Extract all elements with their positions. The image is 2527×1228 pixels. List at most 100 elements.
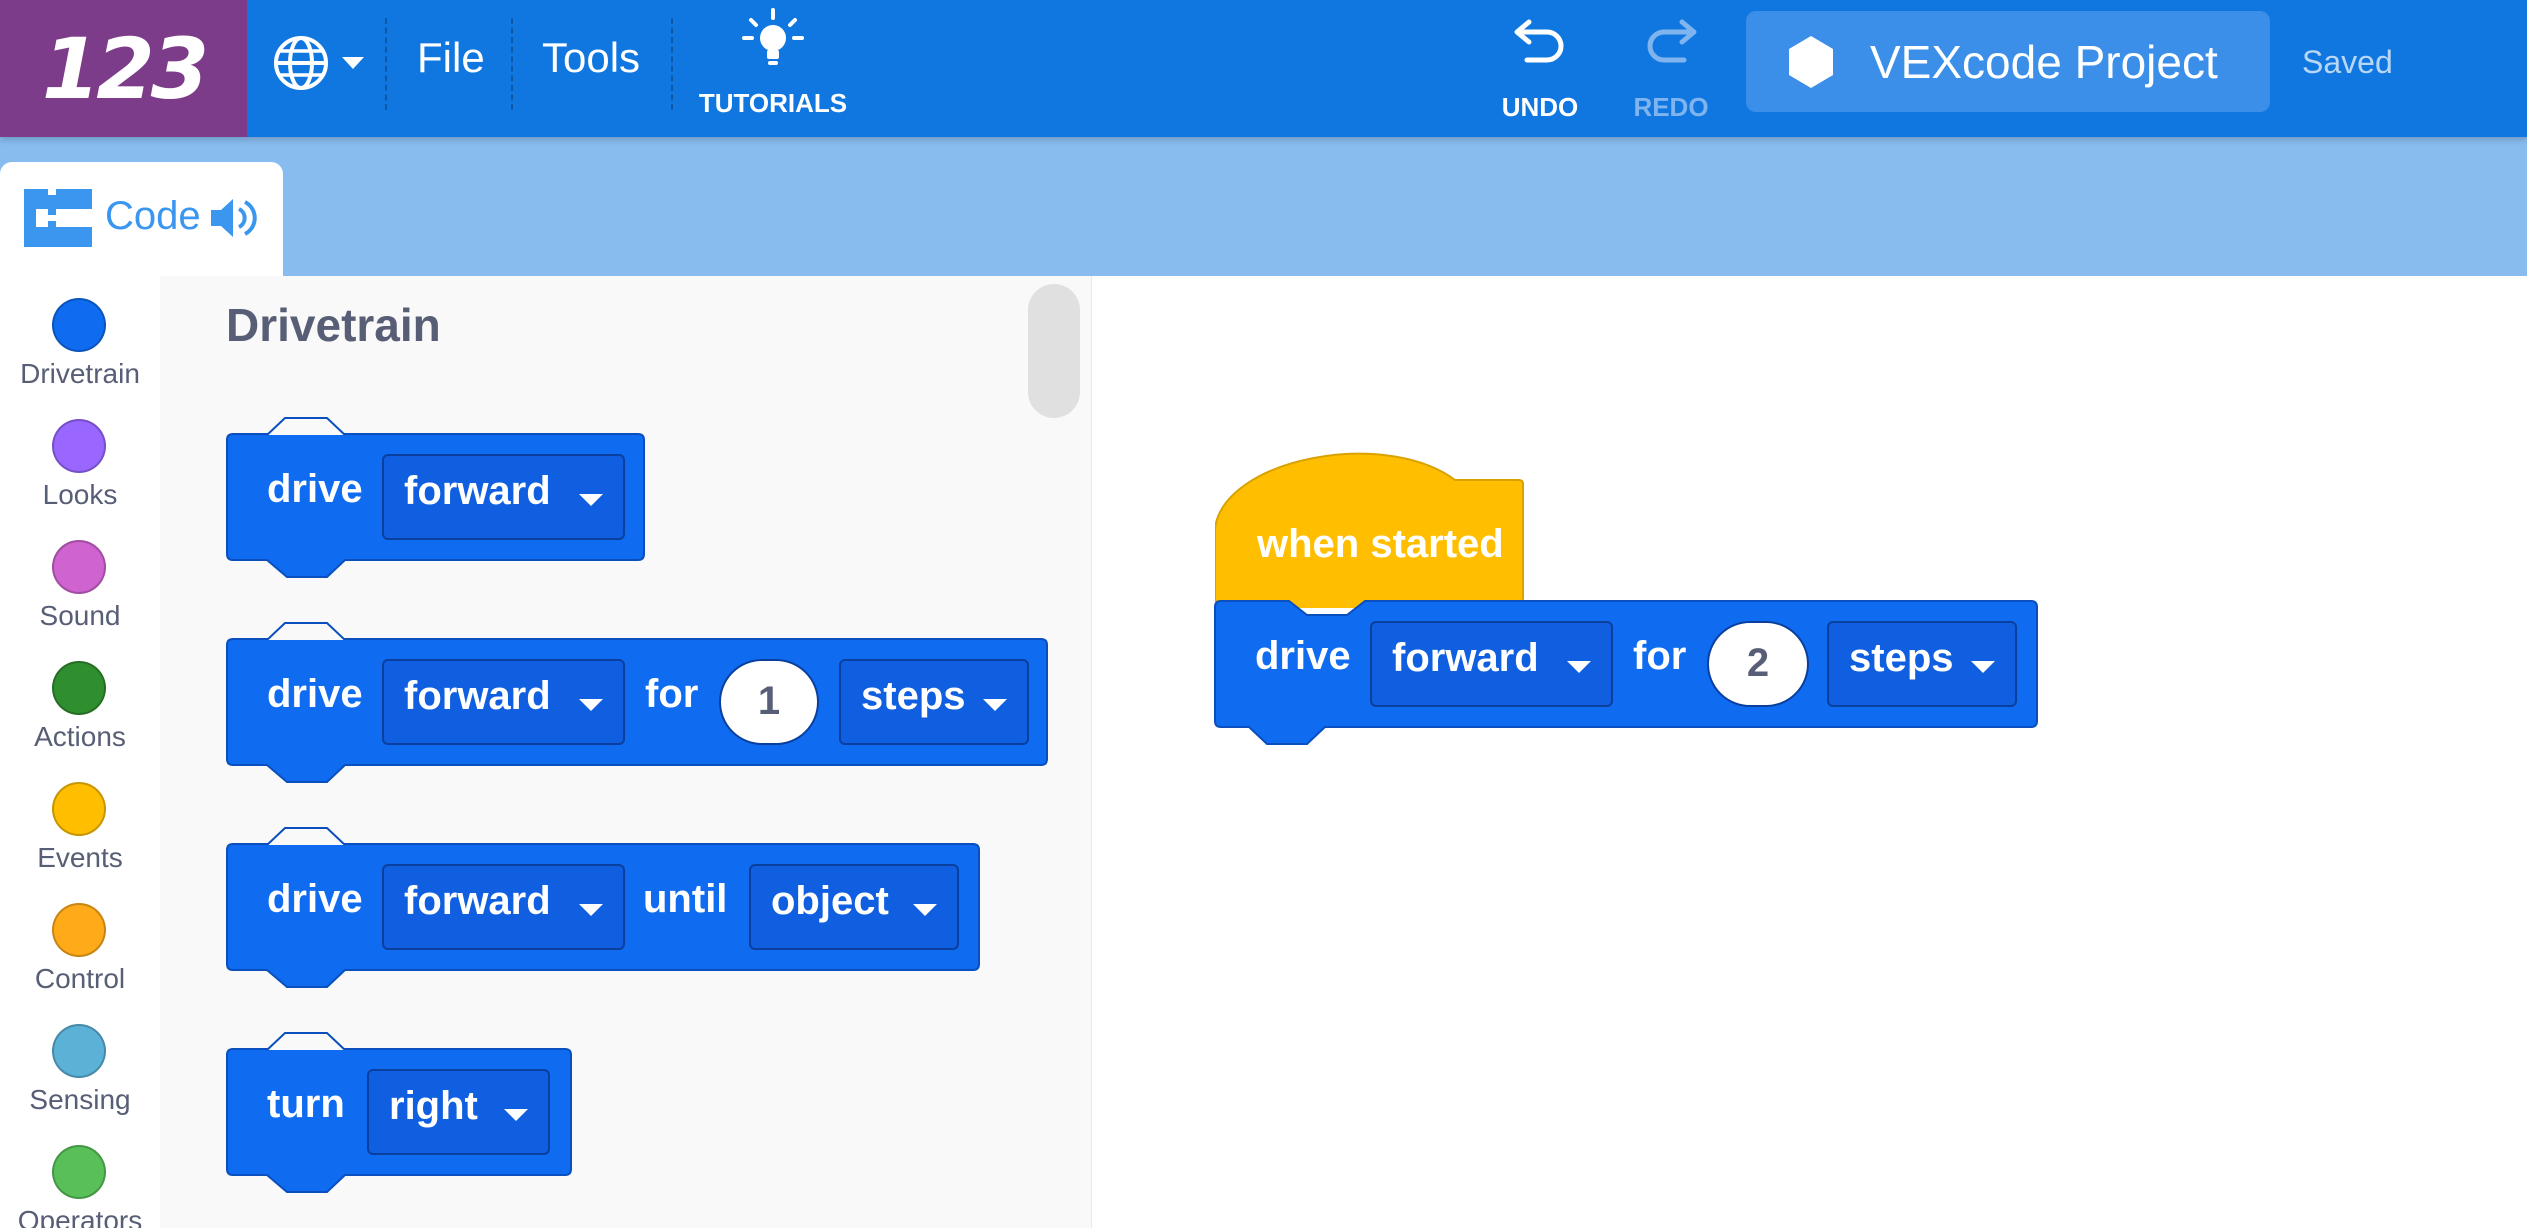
category-dot — [52, 298, 106, 352]
number-value: 1 — [757, 679, 781, 723]
block-keyword: for — [1633, 634, 1687, 678]
menu-divider — [511, 18, 513, 110]
menu-divider — [385, 18, 387, 110]
logo-text: 123 — [41, 19, 209, 118]
category-dot — [52, 540, 106, 594]
palette-block-turn[interactable]: turn right — [226, 1032, 572, 1193]
direction-dropdown[interactable]: forward — [1370, 621, 1613, 707]
direction-dropdown[interactable]: forward — [382, 659, 625, 745]
steps-number-input[interactable]: 2 — [1707, 621, 1809, 707]
category-sound[interactable]: Sound — [0, 518, 160, 639]
workspace-block-drive-for[interactable]: drive forward for 2 steps — [1214, 600, 2038, 745]
chevron-down-icon — [342, 57, 364, 69]
unit-dropdown[interactable]: steps — [839, 659, 1029, 745]
category-dot — [52, 903, 106, 957]
palette-title: Drivetrain — [226, 299, 441, 351]
redo-button[interactable]: REDO — [1611, 12, 1731, 122]
dropdown-arrow-icon — [579, 494, 603, 506]
when-started-block[interactable]: when started — [1215, 438, 1525, 608]
category-label: Actions — [34, 721, 126, 752]
redo-label: REDO — [1633, 92, 1709, 122]
dropdown-value: forward — [1392, 636, 1539, 680]
category-dot — [52, 1024, 106, 1078]
language-menu-button[interactable] — [272, 28, 372, 98]
tab-strip — [0, 137, 2527, 276]
dropdown-arrow-icon — [504, 1109, 528, 1121]
palette-block-drive-until[interactable]: drive forward until object — [226, 827, 980, 988]
code-blocks-icon — [24, 189, 92, 247]
dropdown-value: steps — [1849, 636, 1954, 680]
category-label: Drivetrain — [20, 358, 140, 389]
dropdown-arrow-icon — [913, 904, 937, 916]
project-name: VEXcode Project — [1870, 36, 2218, 88]
number-value: 2 — [1746, 641, 1770, 685]
category-list: Drivetrain Looks Sound Actions Events Co… — [0, 276, 160, 1228]
palette-scrollbar[interactable] — [1028, 284, 1080, 418]
hexagon-icon — [1789, 36, 1833, 88]
category-looks[interactable]: Looks — [0, 397, 160, 518]
dropdown-value: forward — [404, 879, 551, 923]
block-keyword: drive — [267, 672, 363, 716]
dropdown-value: object — [771, 879, 889, 923]
tab-code[interactable]: Code — [0, 162, 283, 276]
dropdown-value: steps — [861, 674, 966, 718]
project-name-button[interactable]: VEXcode Project — [1746, 11, 2270, 112]
block-keyword: turn — [267, 1082, 345, 1126]
category-control[interactable]: Control — [0, 881, 160, 1002]
lightbulb-icon — [742, 8, 804, 65]
redo-icon — [1647, 19, 1697, 63]
dropdown-arrow-icon — [983, 699, 1007, 711]
hat-block-label: when started — [1257, 522, 1504, 566]
category-actions[interactable]: Actions — [0, 639, 160, 760]
app-logo[interactable]: 123 — [0, 0, 247, 137]
palette-block-drive[interactable]: drive forward — [226, 417, 647, 578]
category-dot — [52, 782, 106, 836]
category-dot — [52, 419, 106, 473]
category-label: Control — [34, 963, 126, 994]
category-dot — [52, 661, 106, 715]
direction-dropdown[interactable]: forward — [382, 864, 625, 950]
dropdown-value: forward — [404, 469, 551, 513]
block-keyword: drive — [267, 467, 363, 511]
category-drivetrain[interactable]: Drivetrain — [0, 276, 160, 397]
tutorials-label: TUTORIALS — [698, 88, 848, 118]
tools-menu[interactable]: Tools — [542, 34, 640, 82]
category-operators[interactable]: Operators — [0, 1123, 160, 1228]
unit-dropdown[interactable]: steps — [1827, 621, 2017, 707]
undo-button[interactable]: UNDO — [1480, 12, 1600, 122]
undo-label: UNDO — [1501, 92, 1579, 122]
category-events[interactable]: Events — [0, 760, 160, 881]
category-label: Looks — [42, 479, 118, 510]
tutorials-button[interactable]: TUTORIALS — [698, 8, 848, 118]
dropdown-arrow-icon — [1971, 661, 1995, 673]
dropdown-value: forward — [404, 674, 551, 718]
category-label: Operators — [17, 1205, 143, 1228]
dropdown-arrow-icon — [579, 904, 603, 916]
dropdown-arrow-icon — [1567, 661, 1591, 673]
direction-dropdown[interactable]: forward — [382, 454, 625, 540]
undo-icon — [1514, 19, 1564, 63]
category-label: Events — [37, 842, 123, 873]
speaker-icon[interactable] — [209, 195, 261, 241]
file-menu[interactable]: File — [417, 34, 485, 82]
block-keyword: drive — [1255, 634, 1351, 678]
target-dropdown[interactable]: object — [749, 864, 959, 950]
block-keyword: until — [643, 877, 728, 921]
category-sensing[interactable]: Sensing — [0, 1002, 160, 1123]
palette-block-drive-for[interactable]: drive forward for 1 steps — [226, 622, 1048, 783]
code-workspace[interactable] — [1092, 276, 2527, 1228]
block-keyword: drive — [267, 877, 363, 921]
dropdown-value: right — [389, 1084, 478, 1128]
category-label: Sound — [39, 600, 121, 631]
block-keyword: for — [645, 672, 699, 716]
direction-dropdown[interactable]: right — [367, 1069, 550, 1155]
save-status: Saved — [2302, 44, 2393, 80]
category-label: Sensing — [29, 1084, 131, 1115]
tab-code-label: Code — [105, 194, 201, 238]
globe-icon — [274, 36, 328, 90]
category-dot — [52, 1145, 106, 1199]
top-menu-bar: 123 File Tools TUTORIALS UNDO REDO VEXco… — [0, 0, 2527, 137]
menu-divider — [671, 18, 673, 110]
dropdown-arrow-icon — [579, 699, 603, 711]
steps-number-input[interactable]: 1 — [719, 659, 819, 745]
